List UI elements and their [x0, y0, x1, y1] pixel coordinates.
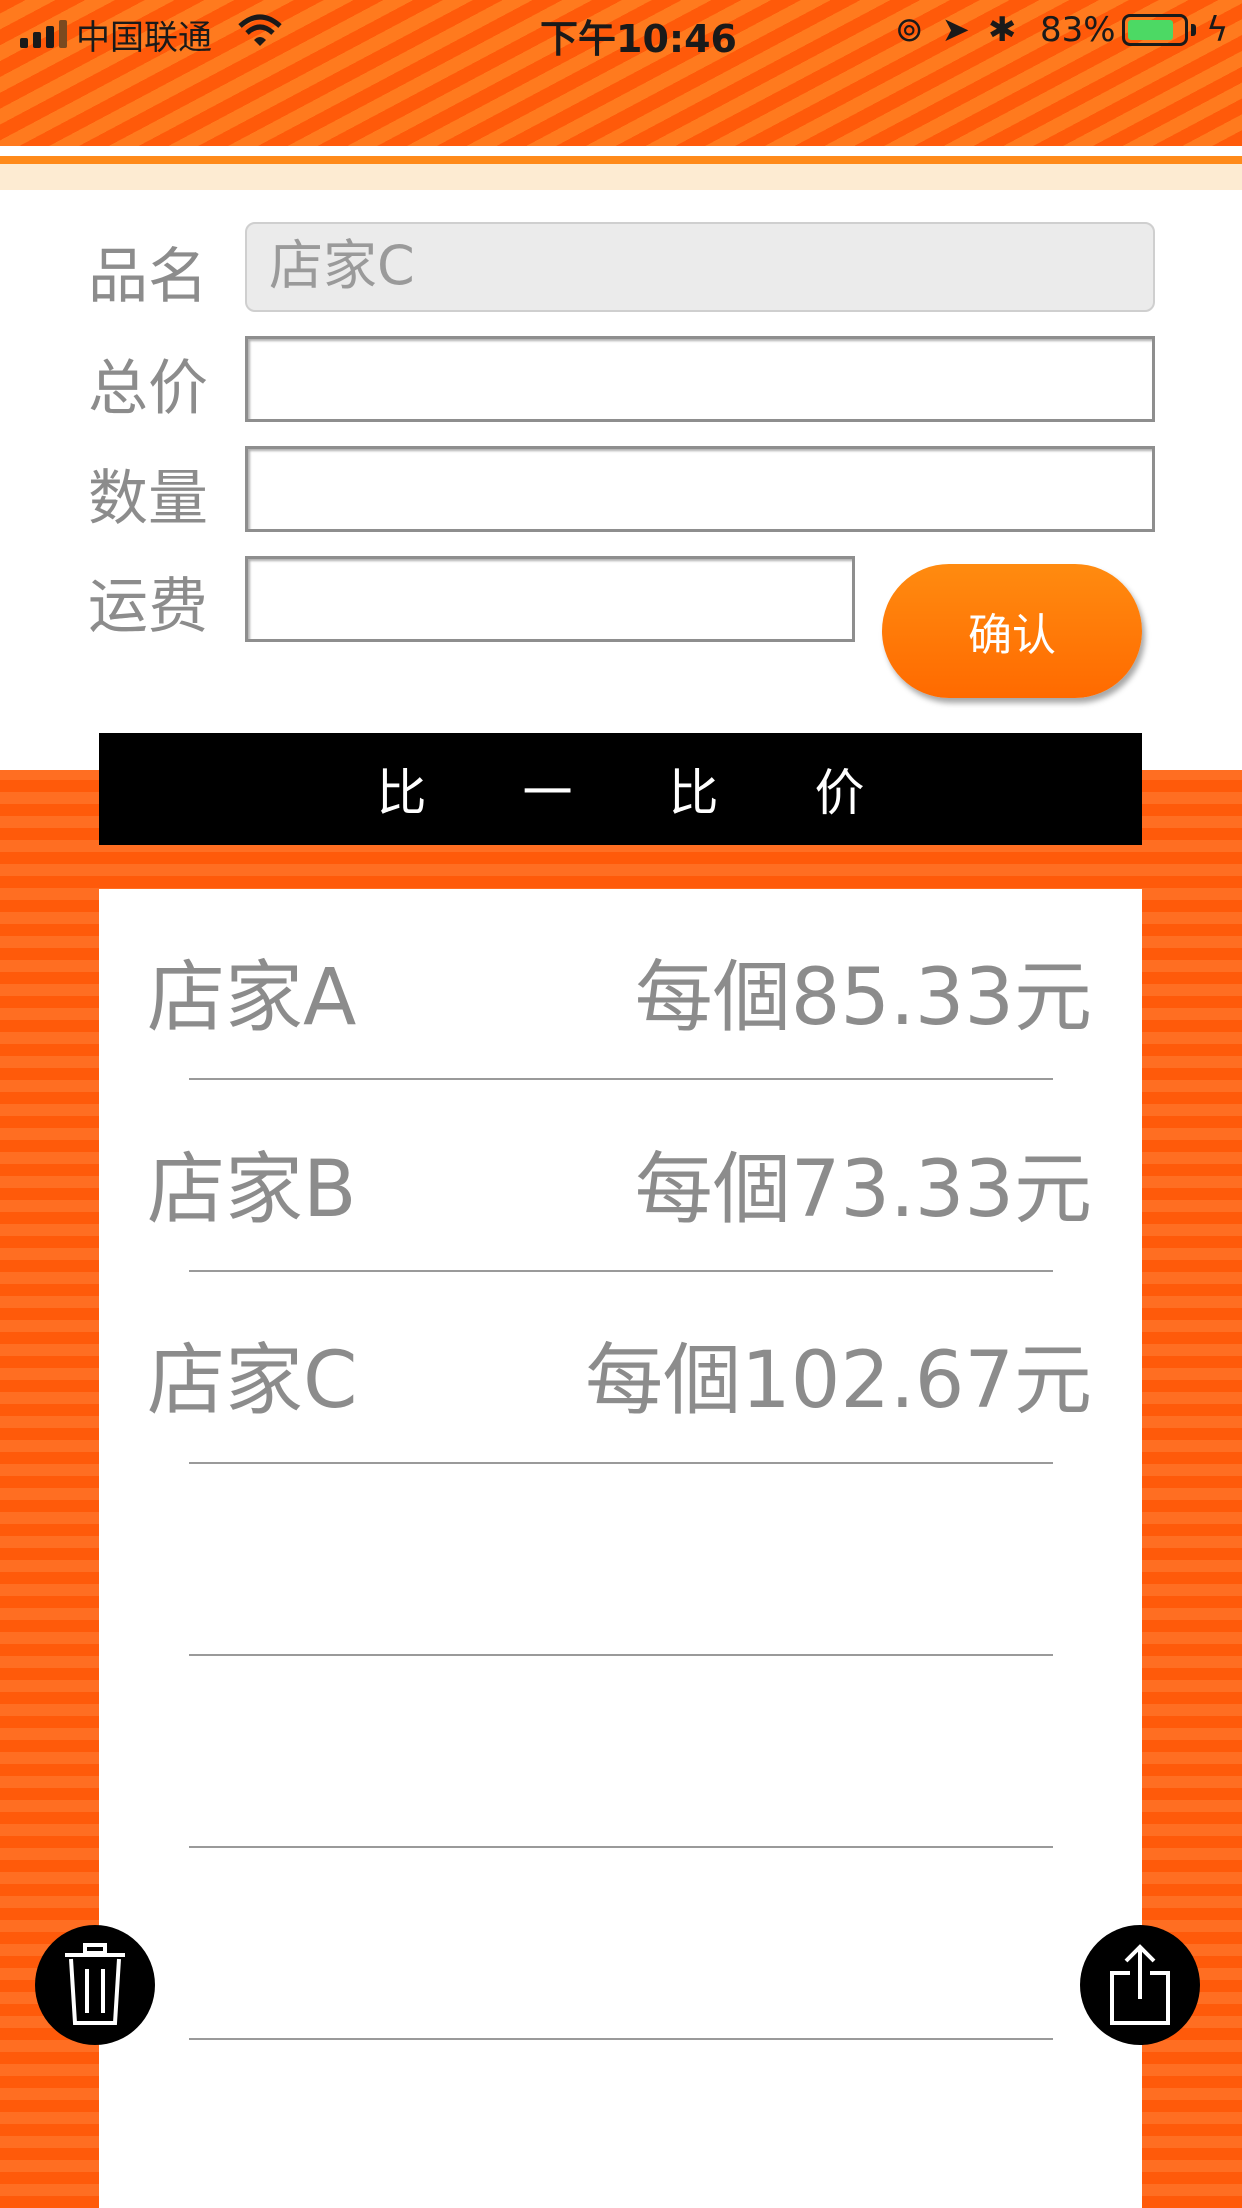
- unit-price: 每個102.67元: [585, 1336, 1092, 1426]
- quantity-input[interactable]: [245, 446, 1155, 532]
- battery-fill: [1128, 20, 1173, 40]
- battery-percent: 83%: [1040, 10, 1116, 50]
- quantity-label: 数量: [88, 464, 208, 534]
- delete-button[interactable]: [35, 1925, 155, 2045]
- title-char: 价: [814, 764, 865, 822]
- unit-price: 每個85.33元: [634, 953, 1092, 1043]
- shipping-input[interactable]: [245, 556, 855, 642]
- name-field: 店家C: [245, 222, 1155, 312]
- bluetooth-icon: ✱: [988, 10, 1017, 50]
- battery-cap: [1191, 24, 1196, 36]
- status-icons: ⊚ ➤ ✱: [895, 10, 1017, 50]
- share-button[interactable]: [1080, 1925, 1200, 2045]
- share-icon: [1110, 1944, 1170, 2025]
- row-divider: [189, 1078, 1053, 1080]
- signal-icon: [20, 20, 67, 48]
- location-icon: ➤: [941, 10, 971, 50]
- row-divider: [189, 1270, 1053, 1272]
- total-price-input[interactable]: [245, 336, 1155, 422]
- name-label: 品名: [88, 242, 208, 312]
- rotation-lock-icon: ⊚: [895, 10, 924, 50]
- status-time: 下午10:46: [540, 17, 737, 61]
- compare-title-bar: 比 一 比 价: [99, 733, 1142, 845]
- title-char: 比: [668, 764, 719, 822]
- trash-icon: [65, 1943, 125, 2025]
- charging-icon: ϟ: [1206, 10, 1229, 50]
- confirm-button[interactable]: 确认: [882, 564, 1142, 698]
- title-char: 比: [376, 764, 427, 822]
- row-divider: [189, 1846, 1053, 1848]
- row-divider: [189, 1654, 1053, 1656]
- header-accent-line: [0, 156, 1242, 164]
- store-name: 店家B: [147, 1145, 357, 1235]
- battery-icon: [1122, 14, 1188, 46]
- unit-price: 每個73.33元: [634, 1145, 1092, 1235]
- store-name: 店家A: [147, 953, 357, 1043]
- title-char: 一: [522, 764, 573, 822]
- status-bar: 中国联通 下午10:46 ⊚ ➤ ✱ 83% ϟ: [0, 0, 1242, 62]
- shipping-label: 运费: [88, 572, 208, 642]
- compare-list: [99, 889, 1142, 2208]
- wifi-icon: [238, 14, 282, 46]
- row-divider: [189, 2038, 1053, 2040]
- header-divider: [0, 146, 1242, 156]
- total-price-label: 总价: [88, 354, 208, 424]
- store-name: 店家C: [147, 1336, 358, 1426]
- carrier-name: 中国联通: [76, 18, 212, 58]
- header-cream-band: [0, 164, 1242, 190]
- row-divider: [189, 1462, 1053, 1464]
